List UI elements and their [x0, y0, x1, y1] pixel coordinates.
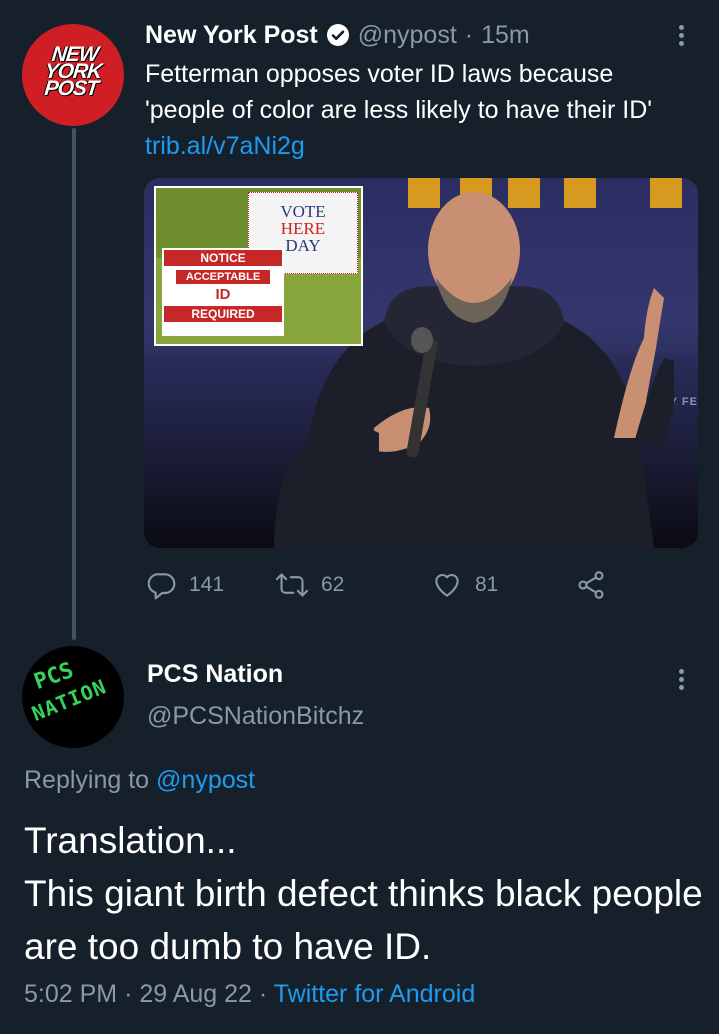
heart-icon	[435, 573, 459, 597]
tweet-media-image[interactable]: D FOR BY FE VOTE HERE DAY NOTICE ACCEPTA…	[144, 178, 698, 548]
replying-to-label: Replying to	[24, 766, 150, 794]
tweet-date[interactable]: 29 Aug 22	[139, 980, 252, 1008]
tweet1-text: Fetterman opposes voter ID laws because …	[145, 60, 653, 124]
author-handle[interactable]: @nypost	[358, 21, 457, 50]
tweet1-header: New York Post @nypost · 15m	[145, 18, 530, 52]
more-options-icon[interactable]	[676, 666, 686, 693]
retweet-button[interactable]: 62	[275, 566, 344, 604]
like-button[interactable]: 81	[431, 566, 498, 604]
nypost-logo: NEW YORK POST	[43, 43, 103, 100]
replying-to-handle[interactable]: @nypost	[156, 766, 255, 794]
verified-badge-icon	[326, 24, 349, 46]
reply-count: 141	[189, 573, 225, 596]
tweet1-link[interactable]: trib.al/v7aNi2g	[145, 132, 305, 160]
tweet-time[interactable]: 15m	[481, 21, 530, 50]
id-required-sign: NOTICE ACCEPTABLE ID REQUIRED	[162, 248, 284, 336]
tweet2-body: Translation... This giant birth defect t…	[24, 814, 704, 973]
thread-connector-line	[72, 128, 76, 640]
retweet-count: 62	[321, 573, 345, 596]
author-name[interactable]: New York Post	[145, 21, 318, 50]
tweet2-text-line: Translation...	[24, 820, 237, 861]
reply-button[interactable]: 141	[145, 566, 224, 604]
dot-separator: ·	[464, 20, 474, 49]
tweet-source[interactable]: Twitter for Android	[274, 980, 475, 1008]
tweet2-text-line: This giant birth defect thinks black peo…	[24, 873, 703, 967]
author-name[interactable]: PCS Nation	[147, 660, 283, 689]
nypost-avatar[interactable]: NEW YORK POST	[22, 24, 124, 126]
author-handle[interactable]: @PCSNationBitchz	[147, 702, 364, 731]
share-icon	[578, 571, 604, 599]
tweet-timestamp[interactable]: 5:02 PM	[24, 980, 117, 1008]
more-options-icon[interactable]	[676, 22, 686, 49]
dot-separator: ·	[124, 980, 133, 1008]
share-button[interactable]	[575, 566, 607, 604]
retweet-icon	[275, 573, 309, 597]
dot-separator: ·	[258, 980, 268, 1008]
voter-id-sign-inset: VOTE HERE DAY NOTICE ACCEPTABLE ID REQUI…	[154, 186, 363, 346]
reply-icon	[147, 573, 176, 600]
tweet-metadata: 5:02 PM · 29 Aug 22 · Twitter for Androi…	[24, 980, 475, 1009]
tweet1-body: Fetterman opposes voter ID laws because …	[145, 56, 695, 164]
replying-to: Replying to @nypost	[24, 766, 255, 795]
pcs-nation-avatar[interactable]: PCS NATION	[22, 646, 124, 748]
like-count: 81	[475, 573, 499, 596]
